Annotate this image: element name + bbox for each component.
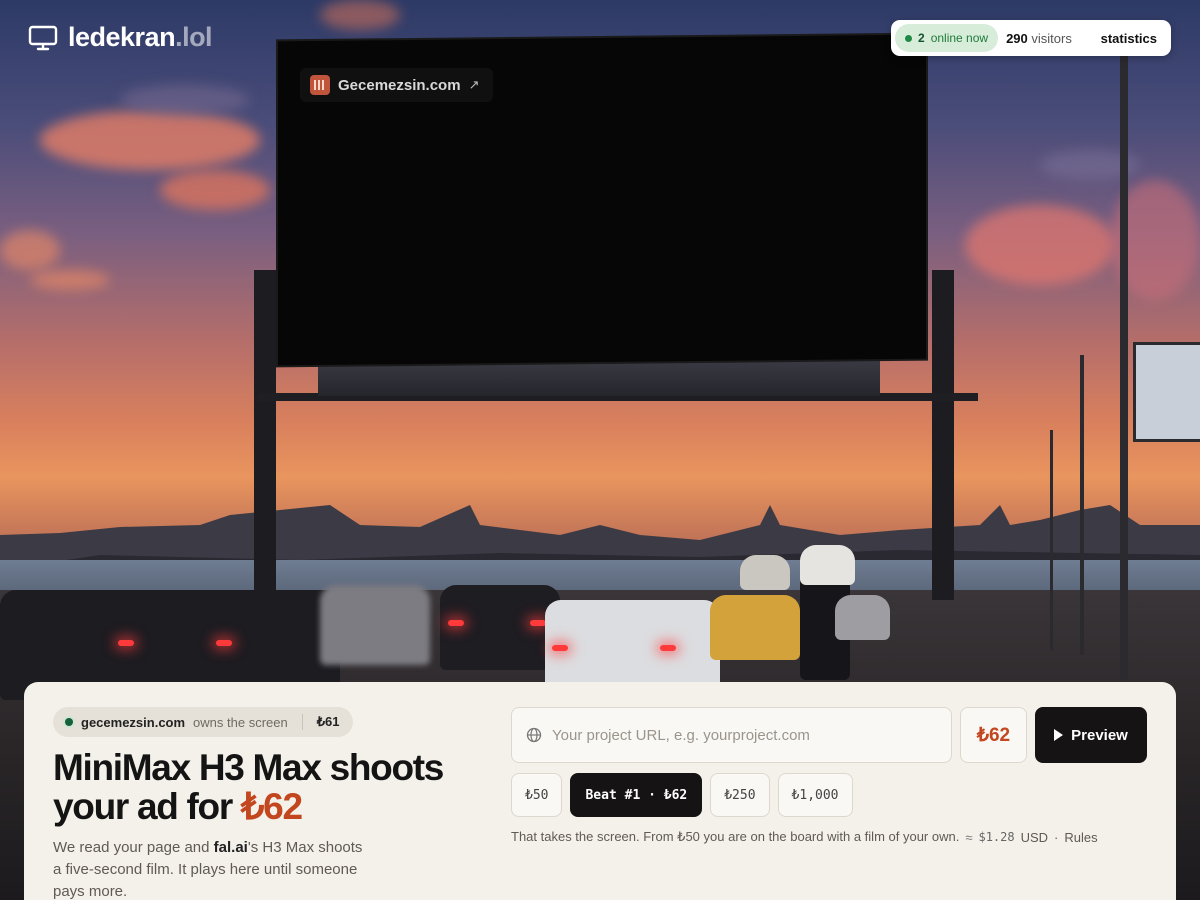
bid-price-display: ₺62 <box>960 707 1027 763</box>
amount-option-1000[interactable]: ₺1,000 <box>777 773 853 817</box>
owner-price: ₺61 <box>316 714 340 729</box>
online-label: online now <box>930 31 989 45</box>
billboard-leg-right <box>932 270 954 600</box>
online-count: 2 <box>918 31 925 45</box>
external-link-icon: ↗ <box>468 77 480 92</box>
brand-tld: .lol <box>175 22 213 52</box>
globe-icon <box>526 727 542 743</box>
billboard-leg-left <box>254 270 276 600</box>
monitor-icon <box>28 25 58 50</box>
sponsor-name: Gecemezsin.com <box>338 76 461 94</box>
headline: MiniMax H3 Max shoots your ad for ₺62 <box>53 748 473 826</box>
visitors-counter: 290 visitors <box>1006 31 1072 46</box>
note-usd-unit: USD <box>1020 829 1049 845</box>
description: We read your page and fal.ai's H3 Max sh… <box>53 837 363 900</box>
online-dot-icon <box>905 34 912 42</box>
description-brand: fal.ai <box>213 839 248 856</box>
preview-label: Preview <box>1071 726 1128 744</box>
brand-name: ledekran <box>68 22 176 52</box>
note-usd: $1.28 <box>978 830 1015 844</box>
billboard-underframe <box>318 360 880 396</box>
visitors-label: visitors <box>1031 30 1072 46</box>
headline-line2-prefix: your ad for <box>53 786 241 827</box>
statistics-button[interactable]: statistics <box>1101 31 1157 46</box>
note-text: That takes the screen. From ₺50 you are … <box>511 829 960 844</box>
note-approx: ≈ <box>965 829 973 845</box>
ad-purchase-panel: gecemezsin.com owns the screen ₺61 MiniM… <box>24 682 1176 900</box>
headline-price: ₺62 <box>240 786 303 827</box>
owner-divider <box>301 714 303 730</box>
description-part1: We read your page and <box>53 839 214 856</box>
status-bar: 2 online now 290 visitors statistics <box>891 20 1171 56</box>
amount-option-beat-1[interactable]: Beat #1 · ₺62 <box>570 773 703 817</box>
amount-option-50[interactable]: ₺50 <box>511 773 563 817</box>
amount-option-250[interactable]: ₺250 <box>710 773 770 817</box>
online-badge: 2 online now <box>895 24 999 52</box>
preview-button[interactable]: Preview <box>1035 707 1147 763</box>
note-separator: · <box>1054 829 1059 845</box>
project-url-input[interactable] <box>552 726 932 744</box>
brand-logo[interactable]: ledekran.lol <box>28 22 213 53</box>
owner-label: owns the screen <box>193 714 288 730</box>
sponsor-link[interactable]: Gecemezsin.com ↗ <box>300 68 494 102</box>
project-url-field[interactable] <box>511 707 952 763</box>
rules-link[interactable]: Rules <box>1064 830 1097 845</box>
headline-line1: MiniMax H3 Max shoots <box>53 747 444 788</box>
visitors-count: 290 <box>1006 30 1028 46</box>
pricing-note: That takes the screen. From ₺50 you are … <box>511 829 1098 845</box>
owner-domain: gecemezsin.com <box>81 714 186 730</box>
favicon-icon <box>310 75 330 95</box>
play-icon <box>1054 729 1064 741</box>
amount-options: ₺50 Beat #1 · ₺62 ₺250 ₺1,000 <box>511 773 853 817</box>
current-owner-chip: gecemezsin.com owns the screen ₺61 <box>53 707 354 737</box>
owner-status-dot-icon <box>65 718 73 726</box>
